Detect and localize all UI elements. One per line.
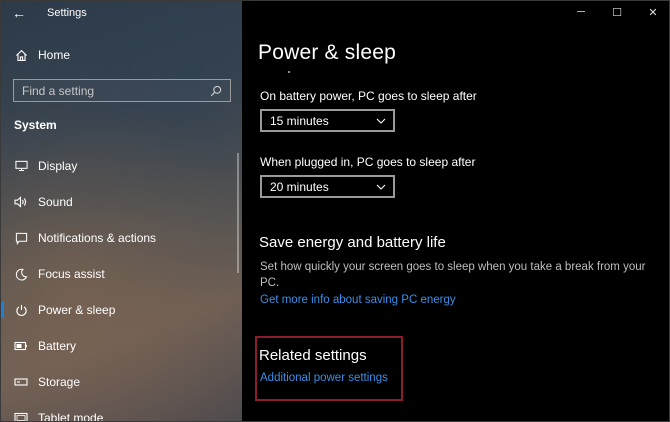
maximize-icon: ☐ <box>612 6 622 19</box>
sidebar-item-label: Tablet mode <box>38 411 104 422</box>
battery-sleep-value: 15 minutes <box>270 113 329 128</box>
battery-icon <box>14 339 28 353</box>
search-input[interactable] <box>22 83 202 98</box>
battery-sleep-label: On battery power, PC goes to sleep after <box>260 89 477 103</box>
chevron-down-icon <box>376 184 386 190</box>
home-label: Home <box>38 48 71 62</box>
save-energy-description: Set how quickly your screen goes to slee… <box>260 261 646 289</box>
close-icon: ✕ <box>648 6 658 19</box>
sidebar-item-label: Power & sleep <box>38 303 116 317</box>
search-box <box>13 79 231 102</box>
search-icon[interactable] <box>210 85 222 97</box>
sidebar-item-display[interactable]: Display <box>1 148 242 184</box>
sidebar-item-focus-assist[interactable]: Focus assist <box>1 256 242 292</box>
storage-icon <box>14 375 28 389</box>
tablet-icon <box>14 411 28 421</box>
sidebar-item-storage[interactable]: Storage <box>1 364 242 400</box>
plugged-sleep-value: 20 minutes <box>270 179 329 194</box>
energy-info-link[interactable]: Get more info about saving PC energy <box>260 294 456 306</box>
sidebar-item-home[interactable]: Home <box>1 43 242 67</box>
plugged-sleep-label: When plugged in, PC goes to sleep after <box>260 155 476 169</box>
sound-icon <box>14 195 28 209</box>
maximize-button[interactable]: ☐ <box>599 1 635 23</box>
battery-sleep-dropdown[interactable]: 15 minutes <box>260 109 395 132</box>
sidebar-scrollbar[interactable] <box>237 153 239 273</box>
related-settings-heading: Related settings <box>259 347 367 364</box>
sidebar-item-label: Notifications & actions <box>38 231 157 245</box>
sidebar: ← Settings Home System <box>1 1 242 422</box>
main-content: ─ ☐ ✕ Power & sleep On battery power, PC… <box>242 1 669 421</box>
sidebar-item-label: Focus assist <box>38 267 105 281</box>
notifications-icon <box>14 231 28 245</box>
section-heading-system: System <box>14 118 57 132</box>
page-title: Power & sleep <box>258 41 397 64</box>
back-arrow-icon: ← <box>12 5 26 21</box>
plugged-sleep-dropdown[interactable]: 20 minutes <box>260 175 395 198</box>
sidebar-nav: Display Sound Notifications & actions Fo… <box>1 148 242 422</box>
window-controls: ─ ☐ ✕ <box>563 1 669 23</box>
app-title: Settings <box>47 7 87 19</box>
save-energy-heading: Save energy and battery life <box>259 234 446 251</box>
sidebar-item-power-sleep[interactable]: Power & sleep <box>1 292 242 328</box>
sidebar-item-label: Display <box>38 159 78 173</box>
scroll-indicator <box>288 71 290 73</box>
sidebar-item-sound[interactable]: Sound <box>1 184 242 220</box>
settings-window: ← Settings Home System <box>0 0 670 422</box>
minimize-icon: ─ <box>577 6 585 18</box>
sidebar-item-label: Sound <box>38 195 73 209</box>
sidebar-item-battery[interactable]: Battery <box>1 328 242 364</box>
title-bar: ← Settings <box>1 1 242 25</box>
back-button[interactable]: ← <box>1 1 37 25</box>
close-button[interactable]: ✕ <box>635 1 669 23</box>
annotation-highlight-box <box>255 336 403 401</box>
minimize-button[interactable]: ─ <box>563 1 599 23</box>
sidebar-item-label: Battery <box>38 339 77 353</box>
additional-power-settings-link[interactable]: Additional power settings <box>260 372 388 384</box>
moon-icon <box>14 267 28 281</box>
chevron-down-icon <box>376 118 386 124</box>
sidebar-item-tablet-mode[interactable]: Tablet mode <box>1 400 242 422</box>
display-icon <box>14 159 28 173</box>
sidebar-item-notifications[interactable]: Notifications & actions <box>1 220 242 256</box>
power-icon <box>14 303 28 317</box>
home-icon <box>14 48 28 62</box>
sidebar-item-label: Storage <box>38 375 81 389</box>
